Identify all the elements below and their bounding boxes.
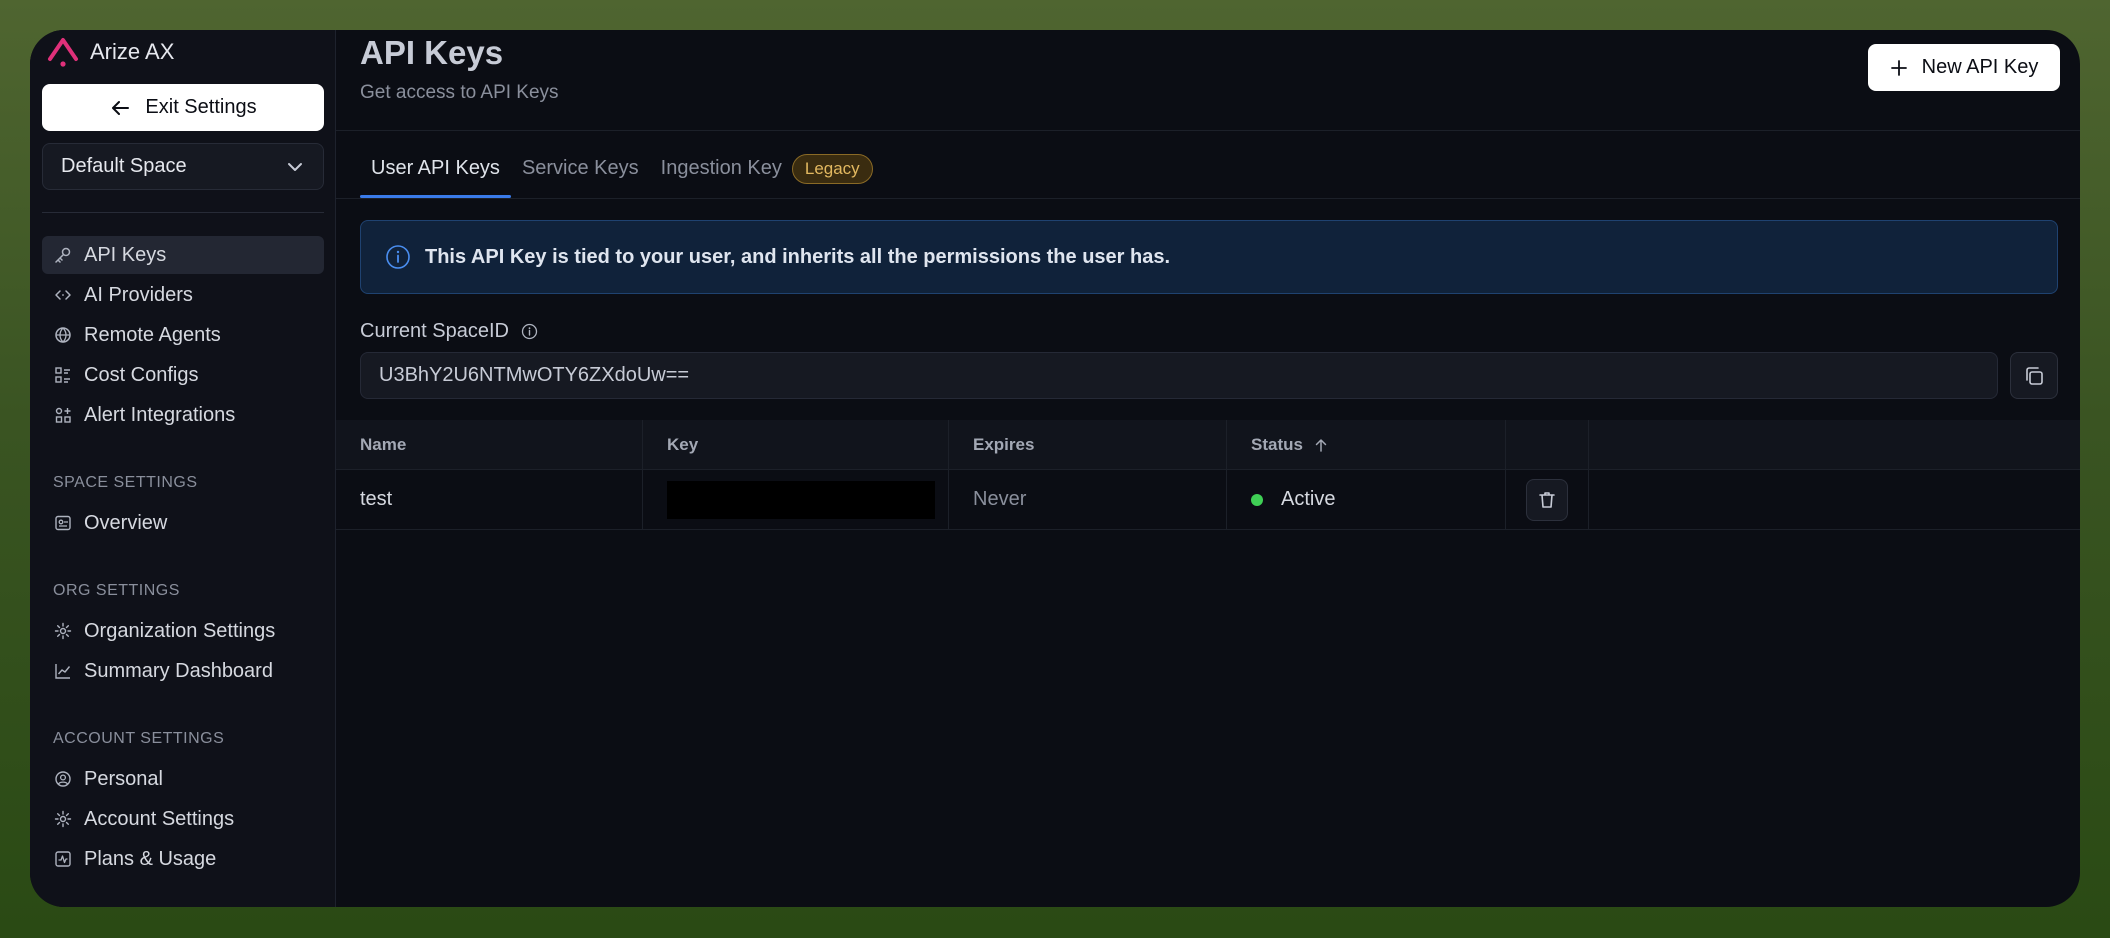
- sidebar-item-cost-configs[interactable]: Cost Configs: [42, 356, 324, 394]
- arize-logo-icon: [48, 38, 78, 67]
- gear-icon: [54, 810, 72, 828]
- app-window: Arize AX Exit Settings Default Space API…: [30, 30, 2080, 907]
- tab-label: Service Keys: [521, 157, 639, 179]
- trash-icon: [1539, 491, 1555, 508]
- sidebar-item-label: Remote Agents: [84, 323, 221, 346]
- key-icon: [55, 247, 71, 263]
- brand-name: Arize AX: [90, 39, 175, 64]
- column-header-key[interactable]: Key: [643, 420, 949, 469]
- code-arrows-icon: [55, 290, 71, 300]
- settings-main: API Keys Get access to API Keys New API …: [336, 30, 2080, 907]
- integrations-icon: [55, 407, 71, 423]
- sidebar-item-summary-dashboard[interactable]: Summary Dashboard: [42, 652, 324, 690]
- section-heading-space-settings: SPACE SETTINGS: [53, 474, 198, 491]
- plus-icon: [1890, 59, 1907, 76]
- delete-key-button[interactable]: [1526, 478, 1568, 521]
- copy-icon: [2026, 366, 2043, 385]
- cell-expires: Never: [949, 470, 1227, 529]
- sidebar-item-account-settings[interactable]: Account Settings: [42, 800, 324, 838]
- sidebar-item-label: API Keys: [84, 243, 167, 266]
- page-subtitle: Get access to API Keys: [360, 82, 559, 103]
- status-dot: [1251, 493, 1263, 506]
- info-banner: This API Key is tied to your user, and i…: [360, 220, 2058, 294]
- section-heading-account-settings: ACCOUNT SETTINGS: [53, 730, 225, 747]
- sidebar-item-plans-usage[interactable]: Plans & Usage: [42, 840, 324, 878]
- column-header-status-label: Status: [1251, 434, 1303, 454]
- space-select-value: Default Space: [61, 155, 187, 177]
- exit-settings-button[interactable]: Exit Settings: [42, 84, 324, 131]
- settings-sidebar: Arize AX Exit Settings Default Space API…: [30, 30, 336, 907]
- cell-key: [643, 470, 949, 529]
- cell-actions: [1506, 470, 1589, 529]
- chart-line-icon: [55, 664, 71, 679]
- sort-arrow-up-icon: [1315, 438, 1327, 452]
- api-keys-table: Name Key Expires Status test Never Activ…: [336, 420, 2080, 530]
- tab-service-keys[interactable]: Service Keys: [511, 148, 650, 198]
- info-icon[interactable]: [521, 323, 538, 340]
- sidebar-item-label: Cost Configs: [84, 363, 199, 386]
- gear-icon: [54, 622, 72, 640]
- brand[interactable]: Arize AX: [46, 34, 174, 70]
- info-icon: [386, 245, 410, 269]
- sidebar-item-alert-integrations[interactable]: Alert Integrations: [42, 396, 324, 434]
- info-banner-text: This API Key is tied to your user, and i…: [425, 245, 1171, 268]
- arrow-left-icon: [112, 100, 130, 115]
- sidebar-item-label: Plans & Usage: [84, 847, 217, 870]
- tabs-divider: [336, 198, 2080, 199]
- space-id-label: Current SpaceID: [360, 320, 538, 343]
- new-api-key-label: New API Key: [1921, 56, 2039, 78]
- sidebar-item-overview[interactable]: Overview: [42, 504, 324, 542]
- table-row: test Never Active: [336, 470, 2080, 530]
- sidebar-item-label: Overview: [84, 511, 168, 534]
- user-circle-icon: [55, 771, 71, 787]
- section-heading-org-settings: ORG SETTINGS: [53, 582, 180, 599]
- globe-icon: [55, 327, 71, 343]
- sidebar-item-remote-agents[interactable]: Remote Agents: [42, 316, 324, 354]
- tab-ingestion-key[interactable]: Ingestion Key Legacy: [650, 148, 884, 198]
- sidebar-item-label: Alert Integrations: [84, 403, 236, 426]
- column-header-name[interactable]: Name: [336, 420, 643, 469]
- sidebar-divider: [42, 212, 324, 213]
- cell-name: test: [336, 470, 643, 529]
- tab-label: Ingestion Key: [660, 157, 782, 179]
- exit-settings-label: Exit Settings: [145, 96, 257, 118]
- new-api-key-button[interactable]: New API Key: [1868, 44, 2060, 91]
- overview-icon: [55, 515, 71, 531]
- space-id-label-text: Current SpaceID: [360, 320, 509, 342]
- sidebar-item-label: Personal: [84, 767, 163, 790]
- sidebar-item-ai-providers[interactable]: AI Providers: [42, 276, 324, 314]
- sidebar-item-label: Organization Settings: [84, 619, 276, 642]
- cell-status: Active: [1227, 470, 1506, 529]
- column-header-status[interactable]: Status: [1227, 420, 1506, 469]
- table-header: Name Key Expires Status: [336, 420, 2080, 470]
- redacted-key: [667, 480, 935, 519]
- api-key-tabs: User API Keys Service Keys Ingestion Key…: [360, 148, 884, 198]
- space-select[interactable]: Default Space: [42, 143, 324, 190]
- column-header-actions: [1506, 420, 1589, 469]
- header-divider: [336, 130, 2080, 131]
- sidebar-item-personal[interactable]: Personal: [42, 760, 324, 798]
- column-header-expires[interactable]: Expires: [949, 420, 1227, 469]
- sidebar-item-label: Account Settings: [84, 807, 235, 830]
- tab-label: User API Keys: [371, 157, 500, 179]
- sidebar-item-label: Summary Dashboard: [84, 659, 273, 682]
- sidebar-item-api-keys[interactable]: API Keys: [42, 236, 324, 274]
- activity-icon: [55, 851, 71, 867]
- legacy-badge: Legacy: [791, 154, 873, 184]
- list-grid-icon: [55, 367, 70, 383]
- space-id-input[interactable]: U3BhY2U6NTMwOTY6ZXdoUw==: [360, 352, 1998, 399]
- sidebar-item-label: AI Providers: [84, 283, 193, 306]
- copy-space-id-button[interactable]: [2010, 352, 2058, 399]
- status-text: Active: [1281, 488, 1336, 510]
- tab-user-api-keys[interactable]: User API Keys: [360, 148, 511, 198]
- chevron-down-icon: [288, 162, 302, 171]
- page-title: API Keys: [360, 34, 504, 71]
- column-header-spacer: [1589, 420, 2080, 469]
- cell-spacer: [1589, 470, 2080, 529]
- sidebar-item-organization-settings[interactable]: Organization Settings: [42, 612, 324, 650]
